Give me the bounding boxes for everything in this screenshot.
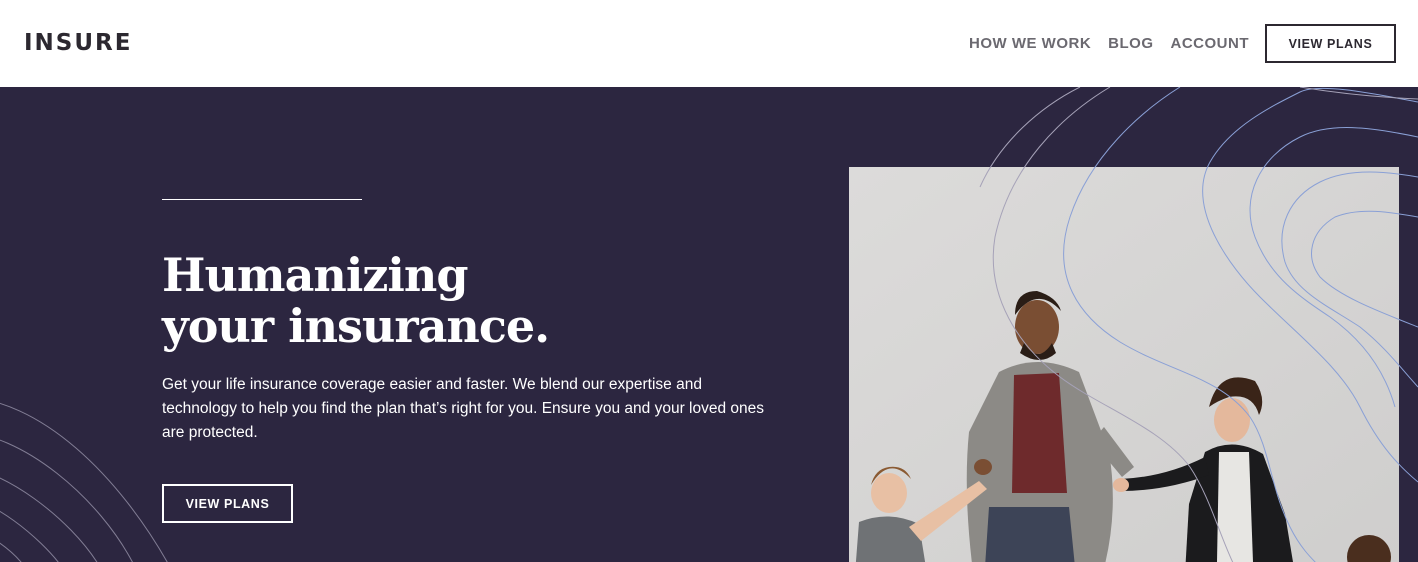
hero-title-line-1: Humanizing bbox=[162, 248, 469, 302]
hero-description: Get your life insurance coverage easier … bbox=[162, 376, 765, 441]
family-photo bbox=[849, 167, 1399, 562]
nav-link-how-we-work[interactable]: HOW WE WORK bbox=[969, 35, 1091, 52]
view-plans-nav-button[interactable]: VIEW PLANS bbox=[1265, 24, 1396, 63]
main-nav: HOW WE WORK BLOG ACCOUNT VIEW PLANS bbox=[952, 24, 1396, 63]
nav-link-blog[interactable]: BLOG bbox=[1108, 35, 1153, 52]
nav-link-account[interactable]: ACCOUNT bbox=[1171, 35, 1250, 52]
hero-divider bbox=[162, 199, 362, 200]
insure-logo[interactable]: INSURE bbox=[24, 32, 132, 55]
hero-title-line-2: your insurance. bbox=[162, 299, 550, 353]
hero-title: Humanizing your insurance. bbox=[162, 250, 762, 352]
site-header: INSURE HOW WE WORK BLOG ACCOUNT VIEW PLA… bbox=[0, 0, 1418, 87]
hero-section: Humanizing your insurance. Get your life… bbox=[0, 87, 1418, 562]
view-plans-hero-button[interactable]: VIEW PLANS bbox=[162, 484, 293, 523]
